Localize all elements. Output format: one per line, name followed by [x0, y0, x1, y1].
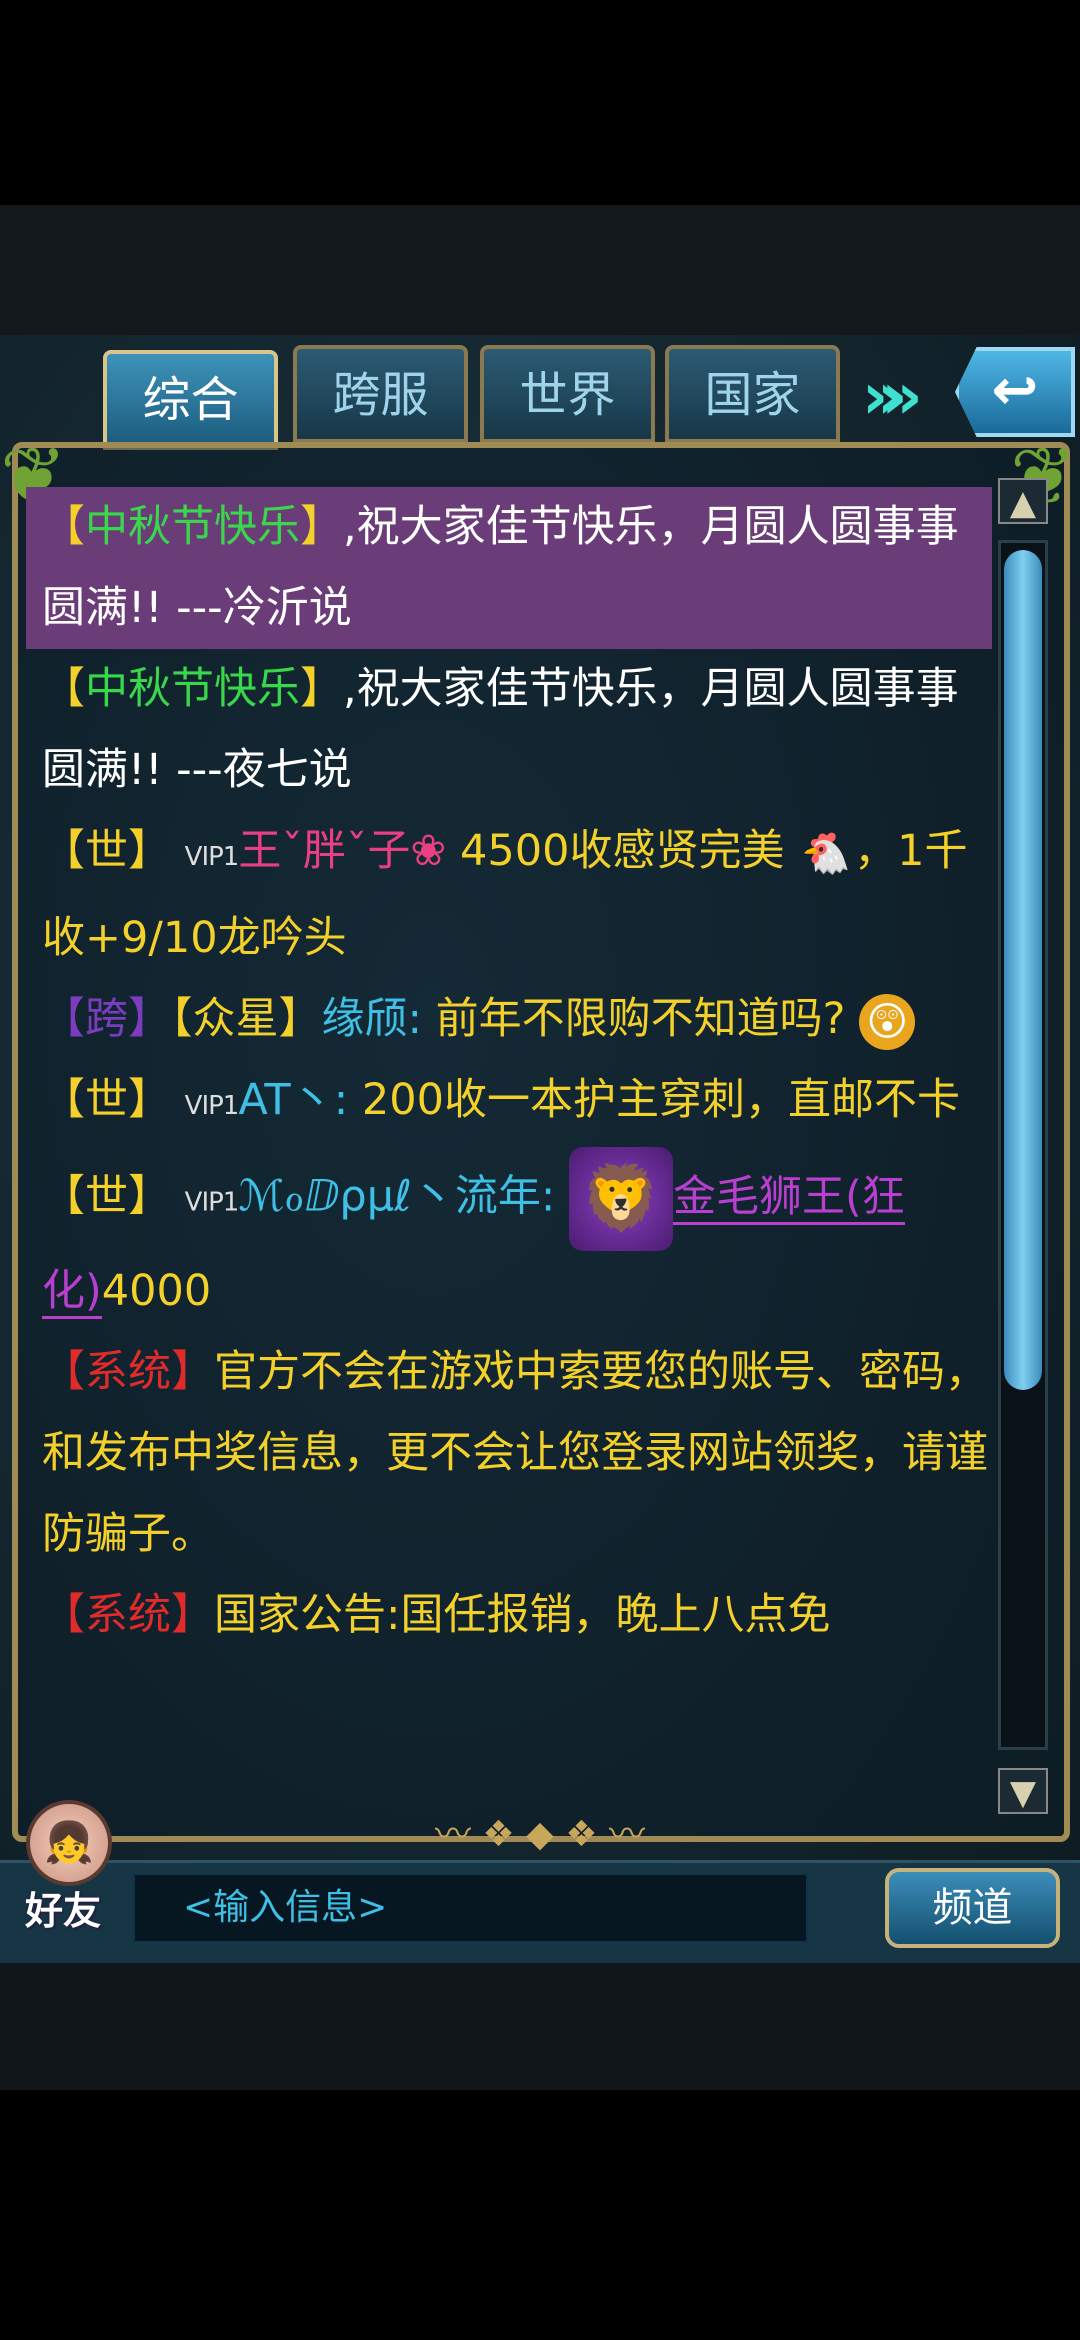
chat-message: 【世】 VIP1AT丶: 200收一本护主穿刺，直邮不卡: [26, 1060, 992, 1147]
festival-tag: 中秋节快乐: [85, 502, 300, 552]
chat-message: 【跨】【众星】缘颀: 前年不限购不知道吗? 😲: [26, 979, 992, 1060]
player-name[interactable]: AT丶:: [238, 1075, 348, 1125]
chat-message: 【世】 VIP1王ˇ胖ˇ子❀ 4500收感贤完美 🐔，1千收+9/10龙吟头: [26, 811, 992, 979]
back-button[interactable]: ↩: [955, 347, 1075, 437]
chat-message-list[interactable]: 【中秋节快乐】,祝大家佳节快乐，月圆人圆事事圆满!! ---冷沂说 【中秋节快乐…: [26, 487, 992, 1805]
festival-tag: 中秋节快乐: [85, 664, 300, 714]
message-text: 4500收感贤完美: [446, 826, 785, 876]
top-status-band: [0, 205, 1080, 340]
message-text: 200收一本护主穿刺，直邮不卡: [348, 1075, 960, 1125]
chat-input[interactable]: <输入信息>: [133, 1873, 808, 1943]
double-chevron-right-icon[interactable]: »»: [862, 360, 923, 434]
message-text: 4000: [101, 1266, 212, 1316]
channel-button[interactable]: 频道: [885, 1868, 1060, 1948]
scroll-down-arrow-icon[interactable]: ▼: [998, 1768, 1048, 1814]
tab-world[interactable]: 世界: [480, 345, 655, 443]
chat-message: 【世】 VIP1ℳℴⅅρμℓ丶流年: 🦁 金毛狮王(狂化)4000: [26, 1147, 992, 1332]
channel-tag: 【世】: [42, 1075, 171, 1125]
friends-button[interactable]: 👧 好友: [8, 1800, 118, 1950]
channel-tag: 【跨】: [42, 994, 171, 1044]
player-name[interactable]: 缘颀:: [322, 994, 423, 1044]
tab-cross-server[interactable]: 跨服: [293, 345, 468, 443]
message-text: 前年不限购不知道吗?: [422, 994, 846, 1044]
vip-badge: VIP1: [184, 842, 240, 872]
chicken-emoji-icon: 🐔: [801, 830, 852, 877]
channel-tag: 【世】: [42, 1171, 171, 1222]
scrollbar-thumb[interactable]: [1004, 550, 1042, 1390]
channel-tag: 【系统】: [42, 1347, 214, 1397]
tab-country[interactable]: 国家: [665, 345, 840, 443]
panel-ornament-icon: 〰 ❖ ◆ ❖ 〰: [434, 1814, 645, 1855]
scroll-up-arrow-icon[interactable]: ▲: [998, 478, 1048, 524]
chat-message: 【系统】官方不会在游戏中索要您的账号、密码，和发布中奖信息，更不会让您登录网站领…: [26, 1332, 992, 1575]
avatar-icon: 👧: [26, 1800, 112, 1886]
chat-message: 【系统】国家公告:国任报销，晚上八点免: [26, 1575, 992, 1656]
player-name[interactable]: 王ˇ胖ˇ子❀: [238, 826, 446, 876]
player-name[interactable]: ℳℴⅅρμℓ丶流年:: [238, 1172, 555, 1222]
guild-tag: 【众星】: [171, 994, 322, 1044]
vip-badge: VIP1: [184, 1187, 240, 1218]
message-tag-bracket: 【: [42, 664, 85, 714]
message-tag-bracket: 【: [42, 502, 85, 552]
bottom-band: [0, 1960, 1080, 2090]
vip-badge: VIP1: [184, 1091, 240, 1121]
channel-tag: 【世】: [42, 826, 171, 876]
chat-message: 【中秋节快乐】,祝大家佳节快乐，月圆人圆事事圆满!! ---夜七说: [26, 649, 992, 811]
chat-message: 【中秋节快乐】,祝大家佳节快乐，月圆人圆事事圆满!! ---冷沂说: [26, 487, 992, 649]
channel-tag: 【系统】: [42, 1590, 214, 1640]
message-tag-bracket: 】: [300, 664, 343, 714]
return-arrow-icon: ↩: [991, 358, 1039, 423]
friends-label: 好友: [24, 1889, 101, 1933]
pet-portrait-icon[interactable]: 🦁: [569, 1147, 673, 1251]
tab-general[interactable]: 综合: [103, 350, 278, 450]
surprised-emoji-icon: 😲: [859, 993, 916, 1050]
message-text: 国家公告:国任报销，晚上八点免: [214, 1590, 831, 1640]
message-tag-bracket: 】: [300, 502, 343, 552]
